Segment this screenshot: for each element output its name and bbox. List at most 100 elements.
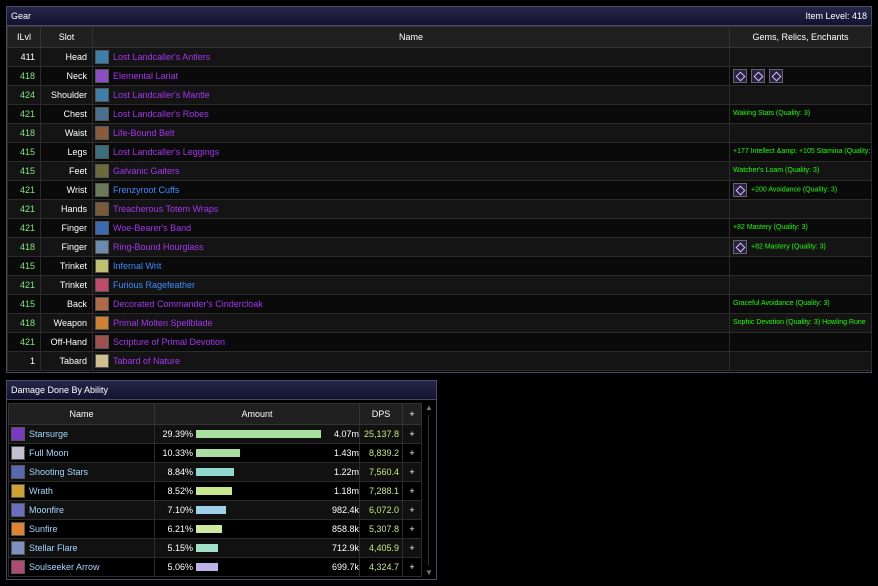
gem-icon[interactable] <box>769 69 783 83</box>
ability-row[interactable]: Full Moon 10.33% 1.43m 8,839.2 + <box>8 443 422 463</box>
item-icon[interactable] <box>95 164 109 178</box>
item-icon[interactable] <box>95 316 109 330</box>
item-icon[interactable] <box>95 221 109 235</box>
col-slot[interactable]: Slot <box>40 26 93 48</box>
scroll-up-icon[interactable]: ▲ <box>424 403 434 412</box>
item-link[interactable]: Life-Bound Belt <box>113 128 175 138</box>
item-icon[interactable] <box>95 88 109 102</box>
ability-icon[interactable] <box>11 541 25 555</box>
item-link[interactable]: Woe-Bearer's Band <box>113 223 191 233</box>
item-ilvl: 418 <box>7 313 41 333</box>
item-link[interactable]: Primal Molten Spellblade <box>113 318 213 328</box>
ability-icon[interactable] <box>11 522 25 536</box>
ability-expand-button[interactable]: + <box>402 481 422 501</box>
item-link[interactable]: Frenzyroot Cuffs <box>113 185 179 195</box>
item-icon[interactable] <box>95 69 109 83</box>
scroll-track[interactable] <box>428 415 429 565</box>
col-dps[interactable]: DPS <box>359 403 403 425</box>
col-ilvl[interactable]: ILvl <box>7 26 41 48</box>
gear-row: 421 Hands Treacherous Totem Wraps <box>7 199 872 219</box>
item-icon[interactable] <box>95 202 109 216</box>
item-enchant: Sophic Devotion (Quality: 3) Howling Run… <box>733 319 866 327</box>
ability-expand-button[interactable]: + <box>402 443 422 463</box>
ability-icon[interactable] <box>11 427 25 441</box>
item-gems-cell: Waking Stats (Quality: 3) <box>729 104 872 124</box>
ability-name[interactable]: Moonfire <box>29 505 64 515</box>
ability-dps: 7,288.1 <box>359 481 403 501</box>
item-icon[interactable] <box>95 126 109 140</box>
gem-icon[interactable] <box>733 240 747 254</box>
ability-amount-cell: 7.10% 982.4k <box>154 500 360 520</box>
col-gems[interactable]: Gems, Relics, Enchants <box>729 26 872 48</box>
item-link[interactable]: Decorated Commander's Cindercloak <box>113 299 263 309</box>
item-link[interactable]: Lost Landcaller's Mantle <box>113 90 210 100</box>
scroll-down-icon[interactable]: ▼ <box>424 568 434 577</box>
gear-row: 421 Trinket Furious Ragefeather <box>7 275 872 295</box>
ability-expand-button[interactable]: + <box>402 424 422 444</box>
ability-row[interactable]: Shooting Stars 8.84% 1.22m 7,560.4 + <box>8 462 422 482</box>
item-icon[interactable] <box>95 183 109 197</box>
item-link[interactable]: Galvanic Gaiters <box>113 166 180 176</box>
col-ability-name[interactable]: Name <box>8 403 155 425</box>
ability-expand-button[interactable]: + <box>402 462 422 482</box>
ability-name[interactable]: Sunfire <box>29 524 58 534</box>
item-icon[interactable] <box>95 278 109 292</box>
gem-icon[interactable] <box>733 183 747 197</box>
gem-icon[interactable] <box>733 69 747 83</box>
item-icon[interactable] <box>95 145 109 159</box>
ability-row[interactable]: Wrath 8.52% 1.18m 7,288.1 + <box>8 481 422 501</box>
item-link[interactable]: Lost Landcaller's Robes <box>113 109 209 119</box>
ability-name[interactable]: Stellar Flare <box>29 543 78 553</box>
ability-row[interactable]: Sunfire 6.21% 858.8k 5,307.8 + <box>8 519 422 539</box>
gem-icon[interactable] <box>751 69 765 83</box>
item-link[interactable]: Lost Landcaller's Antlers <box>113 52 210 62</box>
ability-percent: 5.06% <box>167 562 193 573</box>
gear-table: ILvl Slot Name Gems, Relics, Enchants 41… <box>7 26 872 371</box>
item-icon[interactable] <box>95 50 109 64</box>
ability-icon[interactable] <box>11 465 25 479</box>
ability-percent: 8.84% <box>167 467 193 478</box>
item-icon[interactable] <box>95 107 109 121</box>
ability-bar <box>196 544 218 553</box>
ability-row[interactable]: Moonfire 7.10% 982.4k 6,072.0 + <box>8 500 422 520</box>
ability-icon[interactable] <box>11 503 25 517</box>
ability-percent: 6.21% <box>167 524 193 535</box>
item-icon[interactable] <box>95 259 109 273</box>
ability-name[interactable]: Wrath <box>29 486 53 496</box>
ability-row[interactable]: Stellar Flare 5.15% 712.9k 4,405.9 + <box>8 538 422 558</box>
item-gems-cell: +177 Intellect &amp; +105 Stamina (Quali… <box>729 142 872 162</box>
item-link[interactable]: Infernal Writ <box>113 261 161 271</box>
ability-name[interactable]: Shooting Stars <box>29 467 88 477</box>
ability-icon[interactable] <box>11 484 25 498</box>
ability-expand-button[interactable]: + <box>402 500 422 520</box>
ability-row[interactable]: Starsurge 29.39% 4.07m 25,137.8 + <box>8 424 422 444</box>
damage-scrollbar[interactable]: ▲ ▼ <box>424 403 434 577</box>
ability-name[interactable]: Full Moon <box>29 448 69 458</box>
ability-icon[interactable] <box>11 560 25 574</box>
item-link[interactable]: Treacherous Totem Wraps <box>113 204 218 214</box>
ability-expand-button[interactable]: + <box>402 557 422 577</box>
col-name[interactable]: Name <box>92 26 730 48</box>
item-ilvl: 418 <box>7 123 41 143</box>
item-icon[interactable] <box>95 335 109 349</box>
item-link[interactable]: Tabard of Nature <box>113 356 180 366</box>
ability-amount: 1.43m <box>333 448 359 459</box>
ability-expand-button[interactable]: + <box>402 538 422 558</box>
item-icon[interactable] <box>95 297 109 311</box>
ability-name[interactable]: Soulseeker Arrow <box>29 562 100 572</box>
item-link[interactable]: Ring-Bound Hourglass <box>113 242 204 252</box>
item-link[interactable]: Scripture of Primal Devotion <box>113 337 225 347</box>
item-link[interactable]: Furious Ragefeather <box>113 280 195 290</box>
col-amount[interactable]: Amount <box>154 403 360 425</box>
item-icon[interactable] <box>95 240 109 254</box>
col-plus[interactable]: + <box>402 403 422 425</box>
item-link[interactable]: Lost Landcaller's Leggings <box>113 147 219 157</box>
item-link[interactable]: Elemental Lariat <box>113 71 178 81</box>
item-enchant: Waking Stats (Quality: 3) <box>733 110 811 118</box>
ability-row[interactable]: Soulseeker Arrow 5.06% 699.7k 4,324.7 + <box>8 557 422 577</box>
ability-icon[interactable] <box>11 446 25 460</box>
ability-amount: 1.18m <box>333 486 359 497</box>
ability-expand-button[interactable]: + <box>402 519 422 539</box>
item-icon[interactable] <box>95 354 109 368</box>
ability-name[interactable]: Starsurge <box>29 429 68 439</box>
